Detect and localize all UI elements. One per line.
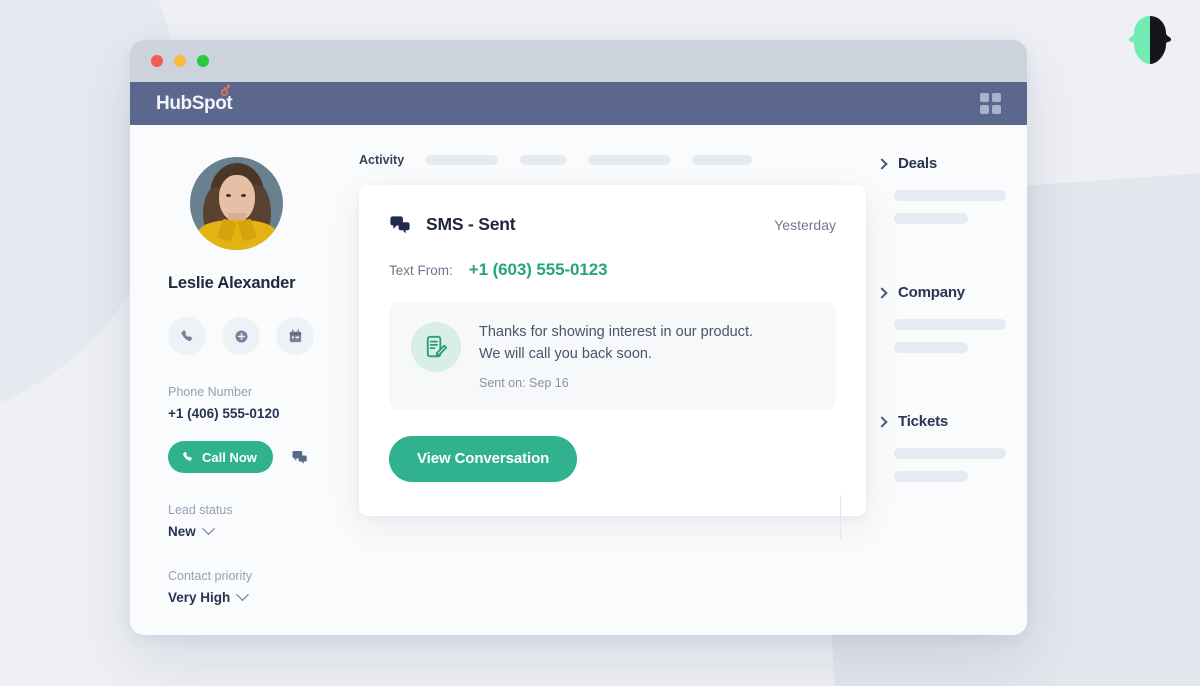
panel-group-tickets: Tickets	[876, 413, 1027, 482]
panel-group-deals: Deals	[876, 155, 1027, 224]
calendar-icon	[289, 328, 301, 342]
lead-status-label: Lead status	[168, 503, 233, 517]
sms-activity-card: SMS - Sent Yesterday Text From: +1 (603)…	[359, 185, 866, 516]
activity-card-header: SMS - Sent Yesterday	[389, 213, 836, 236]
activity-title-group: SMS - Sent	[389, 213, 516, 236]
tab-placeholder[interactable]	[520, 155, 567, 165]
placeholder-bar	[894, 190, 1006, 201]
note-icon-circle	[411, 322, 461, 372]
text-from-label: Text From:	[389, 263, 453, 278]
chevron-down-icon	[201, 522, 215, 536]
message-line-2: We will call you back soon.	[479, 345, 653, 362]
contact-sidebar: Leslie Alexander Phone Number +1 (406) 5…	[130, 125, 359, 635]
lead-status-select[interactable]: New	[168, 522, 359, 539]
company-section-toggle[interactable]: Company	[876, 284, 1027, 301]
contact-name: Leslie Alexander	[168, 274, 296, 292]
phone-icon	[181, 329, 192, 341]
company-placeholder-bars	[894, 319, 1027, 353]
chevron-right-icon	[876, 286, 888, 299]
tab-placeholder[interactable]	[588, 155, 671, 165]
contact-priority-value: Very High	[168, 590, 231, 605]
deals-section-title: Deals	[898, 155, 938, 172]
activity-title: SMS - Sent	[426, 214, 516, 234]
call-now-button-label: Call Now	[202, 449, 257, 465]
text-from-value[interactable]: +1 (603) 555-0123	[469, 260, 608, 280]
phone-number-label: Phone Number	[168, 385, 253, 399]
avatar	[190, 157, 283, 250]
lead-status-value: New	[168, 524, 196, 539]
call-now-button[interactable]: Call Now	[168, 441, 273, 473]
plus-circle-icon	[234, 329, 248, 343]
tickets-section-title: Tickets	[898, 413, 949, 430]
placeholder-bar	[894, 342, 968, 353]
message-bubble: Thanks for showing interest in our produ…	[389, 302, 836, 410]
tickets-section-toggle[interactable]: Tickets	[876, 413, 1027, 430]
chat-bubbles-icon[interactable]	[291, 448, 309, 466]
hubspot-logo[interactable]: HubSpot	[156, 84, 233, 115]
placeholder-bar	[894, 319, 1006, 330]
contact-cta-row: Call Now	[168, 441, 359, 473]
vertical-divider	[840, 495, 841, 539]
company-section-title: Company	[898, 284, 965, 301]
quick-action-schedule-button[interactable]	[276, 317, 314, 355]
contact-priority-label: Contact priority	[168, 569, 253, 583]
app-header: HubSpot	[130, 82, 1027, 125]
grid-apps-icon[interactable]	[980, 93, 1001, 114]
quick-actions	[168, 317, 359, 355]
panel-group-company: Company	[876, 284, 1027, 353]
related-records-panel: Deals Company Tickets	[866, 125, 1027, 635]
hubspot-sprocket-icon	[220, 84, 231, 96]
placeholder-bar	[894, 213, 968, 224]
tickets-placeholder-bars	[894, 448, 1027, 482]
window-titlebar	[130, 40, 1027, 82]
message-content: Thanks for showing interest in our produ…	[479, 322, 753, 390]
tab-placeholder[interactable]	[692, 155, 753, 165]
window-minimize-button[interactable]	[174, 55, 186, 67]
deals-placeholder-bars	[894, 190, 1027, 224]
window-close-button[interactable]	[151, 55, 163, 67]
placeholder-bar	[894, 448, 1006, 459]
tab-bar: Activity	[359, 153, 866, 167]
app-body: Leslie Alexander Phone Number +1 (406) 5…	[130, 125, 1027, 635]
contact-priority-select[interactable]: Very High	[168, 588, 359, 605]
view-conversation-button[interactable]: View Conversation	[389, 435, 578, 482]
note-edit-icon	[426, 335, 448, 358]
chat-bubbles-icon	[390, 216, 410, 234]
placeholder-bar	[894, 471, 968, 482]
tab-activity[interactable]: Activity	[359, 153, 404, 167]
activity-timestamp: Yesterday	[774, 216, 836, 233]
chevron-down-icon	[236, 588, 250, 602]
quick-action-add-button[interactable]	[222, 317, 260, 355]
tab-placeholder[interactable]	[426, 155, 499, 165]
message-line-1: Thanks for showing interest in our produ…	[479, 324, 754, 340]
chevron-right-icon	[876, 157, 888, 170]
message-sent-on: Sent on: Sep 16	[479, 375, 569, 390]
brand-logo-mark	[1122, 12, 1178, 70]
deals-section-toggle[interactable]: Deals	[876, 155, 1027, 172]
window-maximize-button[interactable]	[197, 55, 209, 67]
browser-window: HubSpot Leslie Alexander Phone Number +1…	[130, 40, 1027, 635]
quick-action-call-button[interactable]	[168, 317, 206, 355]
text-from-row: Text From: +1 (603) 555-0123	[389, 260, 836, 280]
phone-icon	[183, 451, 192, 461]
activity-panel: Activity SMS - Sent Yesterday Text From:…	[359, 125, 866, 635]
phone-number-value: +1 (406) 555-0120	[168, 406, 280, 421]
chevron-right-icon	[876, 415, 888, 428]
